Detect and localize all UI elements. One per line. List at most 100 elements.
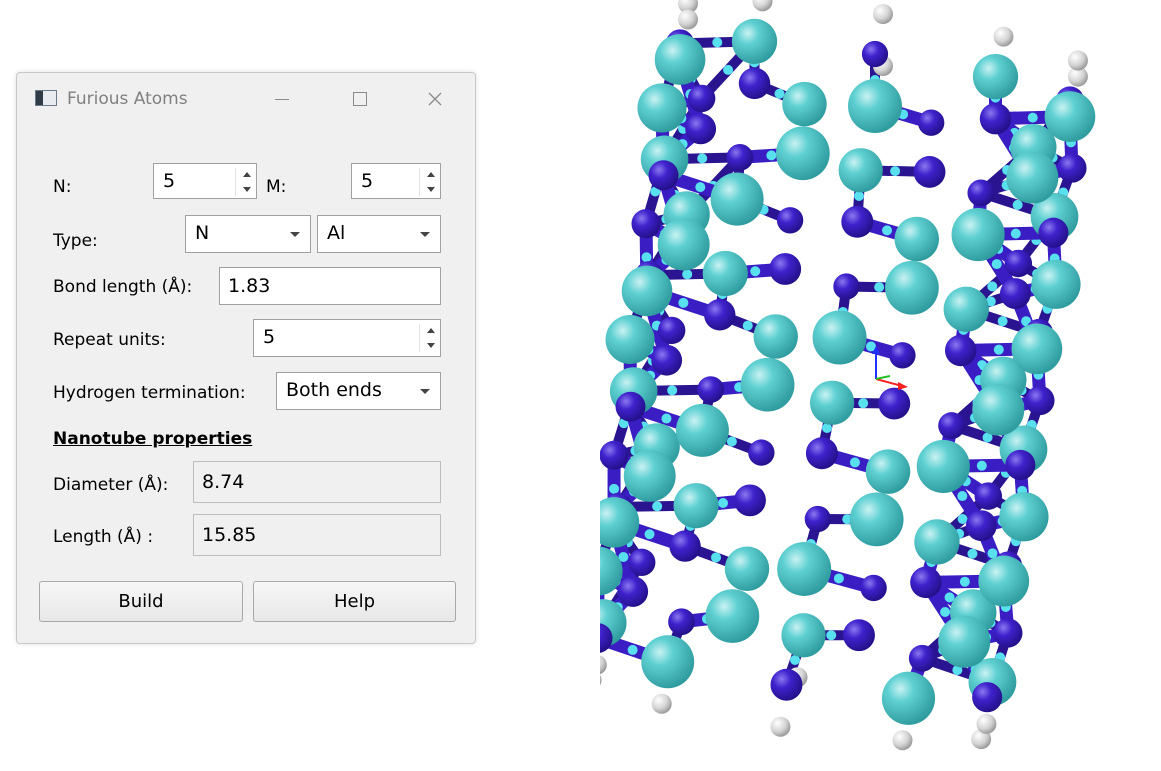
repeat-units-label: Repeat units: <box>53 330 166 350</box>
maximize-icon <box>353 92 367 106</box>
nitrogen-atom <box>1004 249 1033 278</box>
furious-atoms-dialog: Furious Atoms N: 5 M: 5 Type: N Al Bond … <box>16 72 476 644</box>
build-button[interactable]: Build <box>39 581 243 622</box>
aluminum-atom <box>999 492 1049 542</box>
close-button[interactable] <box>415 79 455 119</box>
nitrogen-atom <box>617 576 649 607</box>
aluminum-atom <box>724 546 770 592</box>
type-b-value: Al <box>327 222 346 244</box>
nitrogen-atom <box>938 412 966 440</box>
nitrogen-atom <box>1057 153 1087 183</box>
nitrogen-atom <box>1038 217 1069 248</box>
aluminum-atom <box>702 250 748 297</box>
aluminum-atom <box>782 81 827 127</box>
bond-highlight <box>644 529 655 540</box>
bond-highlight <box>711 552 722 563</box>
n-spinbox[interactable]: 5 <box>153 163 257 199</box>
type-a-combobox[interactable]: N <box>185 215 311 253</box>
nitrogen-atom <box>704 299 736 331</box>
nitrogen-atom <box>1025 385 1055 416</box>
hydrogen-termination-combobox[interactable]: Both ends <box>276 372 441 410</box>
close-icon <box>428 92 442 106</box>
aluminum-atom <box>673 483 719 529</box>
spin-arrows-icon[interactable] <box>240 167 254 197</box>
bond-highlight <box>1012 199 1023 210</box>
type-b-combobox[interactable]: Al <box>317 215 441 253</box>
hydrogen-atom <box>678 9 699 30</box>
hydrogen-atom <box>993 26 1014 47</box>
bond-highlight <box>726 436 737 447</box>
bond-highlight <box>682 269 693 280</box>
nitrogen-atom <box>913 155 946 188</box>
nitrogen-atom <box>833 273 860 300</box>
aluminum-atom <box>637 83 687 133</box>
nitrogen-atom <box>648 160 679 191</box>
bond-highlight <box>697 153 708 164</box>
bond-highlight <box>723 64 734 75</box>
nitrogen-atom <box>917 109 945 136</box>
aluminum-atom <box>978 555 1030 607</box>
nitrogen-atom <box>651 344 683 376</box>
diameter-field: 8.74 <box>193 461 441 503</box>
bond-highlight <box>627 644 638 655</box>
spin-arrows-icon[interactable] <box>424 167 438 197</box>
nitrogen-atom <box>999 278 1031 310</box>
nitrogen-atom <box>669 530 701 562</box>
nitrogen-atom <box>687 84 716 113</box>
nanotube-3d-viewer[interactable] <box>600 0 1161 771</box>
hydrogen-atom <box>976 713 997 734</box>
bond-highlight <box>976 460 987 471</box>
aluminum-atom <box>654 34 706 85</box>
minimize-button[interactable] <box>262 79 302 119</box>
repeat-units-value: 5 <box>263 326 276 348</box>
help-button[interactable]: Help <box>253 581 456 622</box>
aluminum-atom <box>849 492 904 547</box>
aluminum-atom <box>740 357 795 412</box>
hydrogen-atom <box>752 0 773 12</box>
maximize-button[interactable] <box>340 79 380 119</box>
bond-length-field[interactable]: 1.83 <box>219 267 441 305</box>
aluminum-atom <box>1031 259 1081 309</box>
nitrogen-atom <box>993 618 1023 648</box>
bond-highlight <box>991 259 1002 270</box>
aluminum-atom <box>775 126 830 181</box>
aluminum-atom <box>657 218 710 271</box>
nitrogen-atom <box>967 179 995 207</box>
bond-highlight <box>609 483 620 494</box>
bond-highlight <box>718 498 729 509</box>
aluminum-atom <box>951 208 1005 262</box>
n-label: N: <box>53 177 72 197</box>
aluminum-atom <box>623 449 676 502</box>
bond-highlight <box>957 514 968 525</box>
nitrogen-atom <box>734 484 766 517</box>
m-spinbox[interactable]: 5 <box>351 163 441 199</box>
bond-highlight <box>678 297 689 308</box>
bond-highlight <box>695 182 706 193</box>
nitrogen-atom <box>878 387 911 420</box>
repeat-units-spinbox[interactable]: 5 <box>253 319 441 357</box>
nitrogen-atom <box>697 376 725 403</box>
hydrogen-atom <box>600 655 607 675</box>
nitrogen-atom <box>658 316 686 345</box>
nitrogen-atom <box>804 505 831 533</box>
spin-arrows-icon[interactable] <box>424 323 438 353</box>
nitrogen-atom <box>841 205 874 238</box>
nitrogen-atom <box>965 510 997 542</box>
nitrogen-atom <box>631 209 661 239</box>
window-title: Furious Atoms <box>67 89 188 109</box>
nitrogen-atom <box>769 253 802 285</box>
hydrogen-atom <box>892 730 913 751</box>
nitrogen-atom <box>738 67 771 100</box>
nitrogen-atom <box>944 334 977 367</box>
bond-highlight <box>774 88 785 99</box>
aluminum-atom <box>777 541 832 596</box>
length-label: Length (Å) : <box>53 527 154 547</box>
nitrogen-atom <box>860 574 887 602</box>
bond-highlight <box>652 501 663 512</box>
nitrogen-atom <box>805 437 838 470</box>
bond-highlight <box>750 266 761 277</box>
bond-highlight <box>667 385 678 396</box>
aluminum-atom <box>753 314 798 359</box>
bond-highlight <box>959 576 970 587</box>
nitrogen-atom <box>748 439 775 466</box>
